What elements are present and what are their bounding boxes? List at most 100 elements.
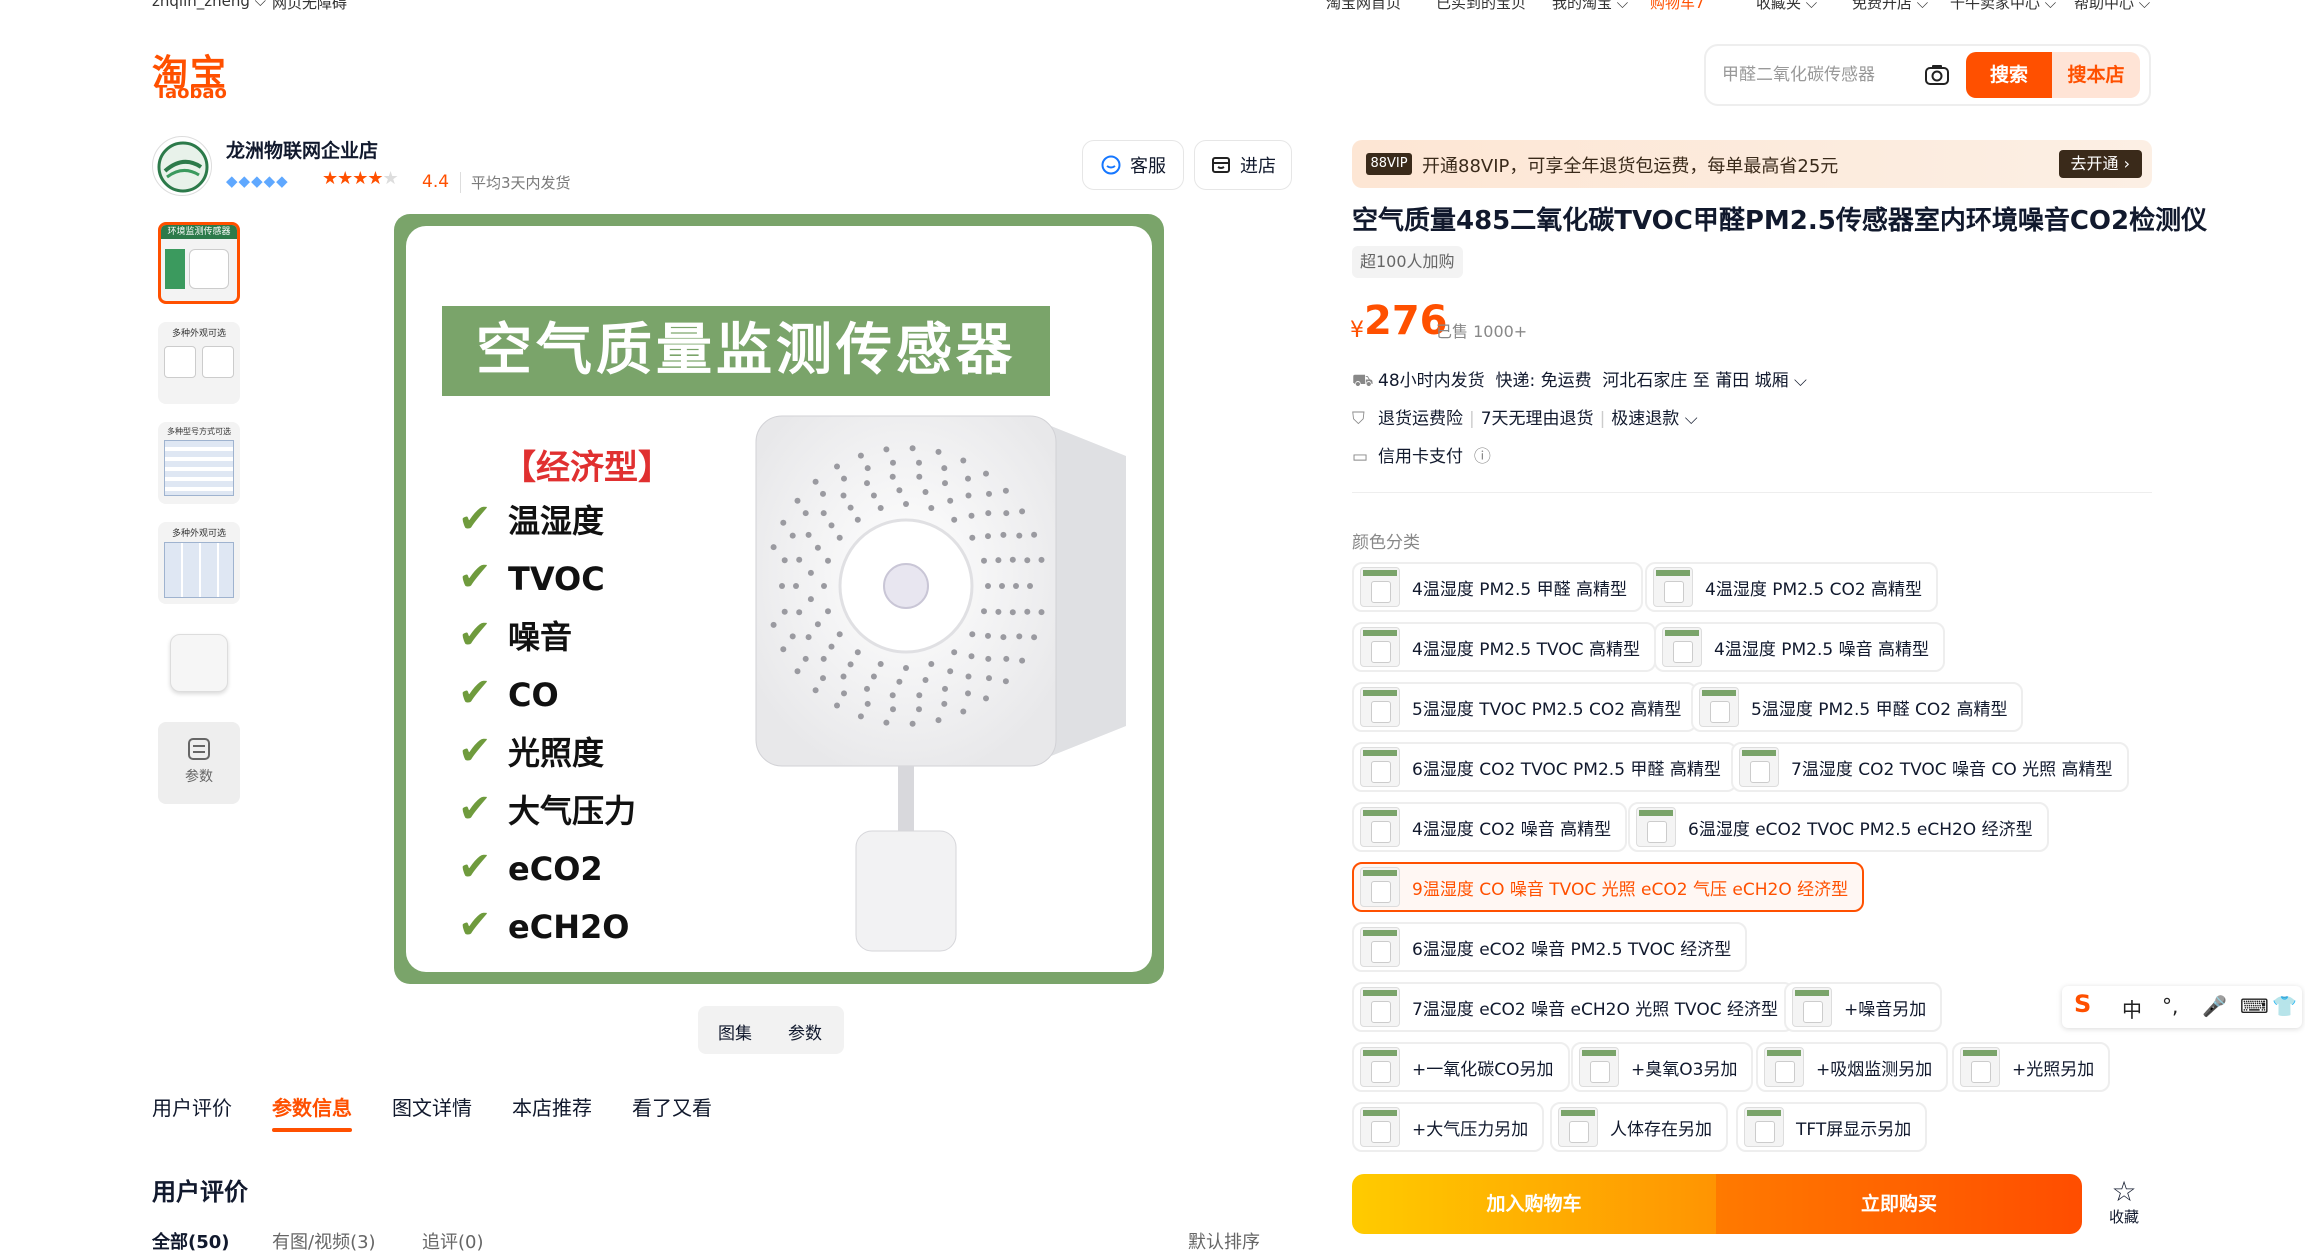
speaker-hole: [812, 478, 819, 485]
sort-select[interactable]: 默认排序: [1188, 1228, 1260, 1254]
sku-option[interactable]: 6温湿度 CO2 TVOC PM2.5 甲醛 高精型: [1352, 742, 1737, 792]
filter-all[interactable]: 全部(50): [152, 1228, 230, 1254]
my-taobao-menu[interactable]: 我的淘宝 ⌵: [1552, 0, 1628, 13]
main-product-image[interactable]: 空气质量监测传感器 【经济型】 ✔ 温湿度 ✔ TVOC ✔ 噪音 ✔ CO ✔ 光照度 …: [394, 214, 1164, 984]
sku-option[interactable]: +光照另加: [1952, 1042, 2111, 1092]
add-to-cart-button[interactable]: 加入购物车: [1352, 1174, 1716, 1234]
sku-thumb-image: [1360, 987, 1400, 1027]
param-thumb[interactable]: 参数: [158, 722, 240, 804]
speaker-hole: [1019, 657, 1026, 664]
sku-option[interactable]: +吸烟监测另加: [1756, 1042, 1949, 1092]
sku-option[interactable]: 7温湿度 eCO2 噪音 eCH2O 光照 TVOC 经济型: [1352, 982, 1795, 1032]
tab-reviews[interactable]: 用户评价: [152, 1092, 232, 1121]
ime-lang-toggle[interactable]: 中: [2122, 994, 2142, 1023]
sku-option[interactable]: 4温湿度 PM2.5 TVOC 高精型: [1352, 622, 1656, 672]
tab-also-viewed[interactable]: 看了又看: [632, 1092, 712, 1121]
camera-icon[interactable]: [1922, 60, 1952, 90]
feature-item: ✔ TVOC: [458, 554, 605, 600]
cart-link[interactable]: 购物车7: [1650, 0, 1705, 13]
shop-avatar[interactable]: [152, 136, 212, 196]
tab-param-info[interactable]: 参数信息: [272, 1092, 352, 1121]
gallery-thumb[interactable]: 多种型号方式可选: [158, 422, 240, 504]
home-link[interactable]: 淘宝网首页: [1326, 0, 1401, 13]
sku-option[interactable]: 4温湿度 PM2.5 噪音 高精型: [1654, 622, 1945, 672]
sku-label-text: 5温湿度 PM2.5 甲醛 CO2 高精型: [1751, 699, 2008, 720]
sogou-logo-icon[interactable]: S: [2074, 990, 2091, 1018]
sku-thumb-image: [1360, 927, 1400, 967]
sku-label-text: 6温湿度 eCO2 TVOC PM2.5 eCH2O 经济型: [1688, 819, 2033, 840]
microphone-icon[interactable]: 🎤: [2202, 994, 2227, 1018]
ime-punct-toggle[interactable]: °,: [2162, 994, 2178, 1018]
tab-store-recommend[interactable]: 本店推荐: [512, 1092, 592, 1121]
buy-now-button[interactable]: 立即购买: [1716, 1174, 2082, 1234]
tab-params[interactable]: 参数: [788, 1019, 822, 1044]
sku-option[interactable]: +一氧化碳CO另加: [1352, 1042, 1570, 1092]
search-button[interactable]: 搜索: [1966, 52, 2052, 98]
sku-thumb-image: [1764, 1047, 1804, 1087]
filter-media[interactable]: 有图/视频(3): [272, 1228, 376, 1254]
sku-option[interactable]: 6温湿度 eCO2 噪音 PM2.5 TVOC 经济型: [1352, 922, 1748, 972]
skin-icon[interactable]: 👕: [2272, 994, 2297, 1018]
speaker-hole: [877, 505, 884, 511]
sku-label-text: 6温湿度 CO2 TVOC PM2.5 甲醛 高精型: [1412, 759, 1721, 780]
shop-ship-note: 平均3天内发货: [460, 172, 571, 193]
seller-center-menu[interactable]: 千牛卖家中心 ⌵: [1950, 0, 2056, 13]
check-icon: ✔: [458, 786, 492, 832]
sku-option[interactable]: 4温湿度 PM2.5 甲醛 高精型: [1352, 562, 1643, 612]
enter-store-button[interactable]: 进店: [1194, 140, 1292, 190]
gallery-thumb[interactable]: 多种外观可选: [158, 322, 240, 404]
favorites-menu[interactable]: 收藏夹 ⌵: [1756, 0, 1817, 13]
search-store-button[interactable]: 搜本店: [2052, 52, 2140, 98]
sku-option[interactable]: 5温湿度 TVOC PM2.5 CO2 高精型: [1352, 682, 1698, 732]
tab-gallery[interactable]: 图集: [718, 1019, 752, 1044]
price-symbol: ¥: [1350, 318, 1364, 343]
sku-option[interactable]: 4温湿度 CO2 噪音 高精型: [1352, 802, 1628, 852]
help-center-menu[interactable]: 帮助中心 ⌵: [2074, 0, 2150, 13]
sku-option[interactable]: 6温湿度 eCO2 TVOC PM2.5 eCH2O 经济型: [1628, 802, 2049, 852]
filter-followup[interactable]: 追评(0): [422, 1228, 484, 1254]
sku-thumb-image: [1744, 1107, 1784, 1147]
speaker-hole: [942, 685, 948, 692]
tab-details[interactable]: 图文详情: [392, 1092, 472, 1121]
search-input[interactable]: [1722, 60, 1912, 90]
refund-dropdown[interactable]: 极速退款 ⌵: [1611, 409, 1697, 429]
delivery-address[interactable]: 河北石家庄 至 莆田 城厢 ⌵: [1602, 371, 1807, 391]
sku-label-text: 4温湿度 CO2 噪音 高精型: [1412, 819, 1612, 840]
speaker-hole: [995, 608, 1002, 615]
sku-option[interactable]: 5温湿度 PM2.5 甲醛 CO2 高精型: [1691, 682, 2024, 732]
sku-option[interactable]: 9温湿度 CO 噪音 TVOC 光照 eCO2 气压 eCH2O 经济型: [1352, 862, 1865, 912]
speaker-hole: [789, 532, 796, 539]
sku-thumb-image: [1360, 867, 1400, 907]
speaker-hole: [985, 533, 991, 540]
speaker-hole: [805, 531, 812, 538]
speaker-hole: [802, 510, 809, 517]
speaker-hole: [968, 512, 975, 519]
sku-option[interactable]: 4温湿度 PM2.5 CO2 高精型: [1645, 562, 1939, 612]
reviews-heading: 用户评价: [152, 1178, 248, 1206]
gallery-thumb[interactable]: [158, 622, 240, 704]
info-icon[interactable]: ⓘ: [1474, 447, 1491, 467]
sku-thumb-image: [1360, 807, 1400, 847]
sku-option[interactable]: TFT屏显示另加: [1736, 1102, 1928, 1152]
shop-name[interactable]: 龙洲物联网企业店: [226, 136, 378, 163]
gallery-thumb[interactable]: 多种外观可选: [158, 522, 240, 604]
sku-option[interactable]: 人体存在另加: [1550, 1102, 1728, 1152]
open-store-menu[interactable]: 免费开店 ⌵: [1852, 0, 1928, 13]
speaker-hole: [969, 534, 976, 541]
keyboard-icon[interactable]: ⌨: [2240, 994, 2269, 1018]
purchased-link[interactable]: 已买到的宝贝: [1436, 0, 1526, 13]
favorite-button[interactable]: ☆ 收藏: [2104, 1178, 2144, 1227]
speaker-hole: [889, 692, 896, 699]
gallery-thumb[interactable]: 环境监测传感器: [158, 222, 240, 304]
customer-service-button[interactable]: 客服: [1082, 140, 1184, 190]
user-menu[interactable]: zhqiin_zheng ⌵: [152, 0, 266, 10]
accessibility-link[interactable]: 网页无障碍: [272, 0, 347, 13]
sku-option[interactable]: +噪音另加: [1784, 982, 1943, 1032]
vip-open-button[interactable]: 去开通 ›: [2058, 150, 2142, 178]
speaker-hole: [836, 631, 843, 638]
sku-option[interactable]: 7温湿度 CO2 TVOC 噪音 CO 光照 高精型: [1731, 742, 2129, 792]
feature-item: ✔ 噪音: [458, 612, 573, 658]
sku-option[interactable]: +臭氧O3另加: [1571, 1042, 1754, 1092]
vip-banner: 88VIP 开通88VIP，可享全年退货包运费，每单最高省25元 去开通 ›: [1352, 140, 2152, 188]
sku-option[interactable]: +大气压力另加: [1352, 1102, 1545, 1152]
